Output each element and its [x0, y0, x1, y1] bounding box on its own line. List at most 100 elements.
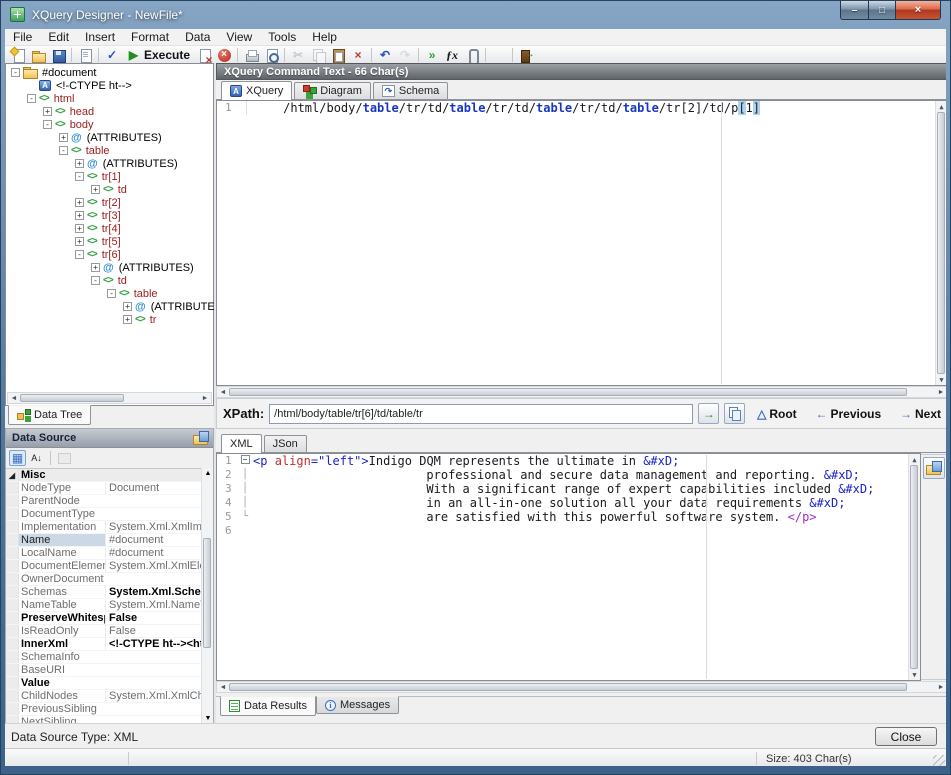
execute-button[interactable]: ▶Execute — [122, 46, 194, 64]
menu-format[interactable]: Format — [123, 29, 177, 45]
scroll-left-icon[interactable]: ◄ — [217, 682, 229, 693]
categorized-view-button[interactable]: ▦ — [9, 450, 26, 466]
collapse-icon[interactable]: - — [107, 289, 116, 298]
property-row[interactable]: SchemaInfo — [6, 651, 213, 664]
resize-grip[interactable] — [933, 755, 945, 766]
close-window-button[interactable]: × — [896, 1, 941, 20]
tab-data-results[interactable]: Data Results — [220, 696, 316, 716]
expand-icon[interactable]: + — [75, 237, 84, 246]
stop-button[interactable] — [214, 46, 234, 64]
menu-insert[interactable]: Insert — [77, 29, 123, 45]
export-result-button[interactable] — [923, 457, 945, 479]
function-button[interactable]: ƒx — [442, 46, 462, 64]
print-preview-button[interactable] — [261, 46, 281, 64]
menu-data[interactable]: Data — [177, 29, 218, 45]
results-vertical-scrollbar[interactable]: ▲ ▼ — [908, 454, 920, 680]
scroll-up-icon[interactable]: ▲ — [202, 468, 214, 478]
tree-node[interactable]: +@(ATTRIBUTES) — [7, 300, 212, 313]
property-row[interactable]: ChildNodesSystem.Xml.XmlChildNod — [6, 690, 213, 703]
mapping-button[interactable]: » — [422, 46, 442, 64]
xml-tree-panel[interactable]: -#documentA<!-CTYPE ht-->-<>html+<>head-… — [5, 63, 214, 406]
expand-icon[interactable]: + — [123, 315, 132, 324]
expand-icon[interactable]: + — [75, 224, 84, 233]
property-value[interactable]: False — [105, 625, 213, 637]
next-button[interactable]: → Next — [900, 407, 941, 421]
menu-view[interactable]: View — [218, 29, 260, 45]
expand-icon[interactable]: + — [91, 185, 100, 194]
scroll-down-icon[interactable]: ▼ — [936, 374, 947, 385]
check-syntax-button[interactable]: ✓ — [102, 46, 122, 64]
expand-icon[interactable]: + — [43, 107, 52, 116]
tree-node[interactable]: -<>tr[6] — [7, 248, 212, 261]
menu-help[interactable]: Help — [304, 29, 345, 45]
property-row[interactable]: IsReadOnlyFalse — [6, 625, 213, 638]
tab-schema[interactable]: ↷ Schema — [373, 82, 448, 99]
tab-data-tree[interactable]: Data Tree — [8, 405, 91, 425]
previous-button[interactable]: ← Previous — [815, 407, 881, 421]
tree-node[interactable]: -#document — [7, 66, 212, 79]
property-row[interactable]: OwnerDocument — [6, 573, 213, 586]
property-row[interactable]: LocalName#document — [6, 547, 213, 560]
open-file-button[interactable] — [28, 46, 48, 64]
collapse-icon[interactable]: - — [75, 172, 84, 181]
exit-button[interactable] — [516, 46, 536, 64]
property-value[interactable]: False — [105, 612, 213, 624]
attach-button[interactable] — [462, 46, 482, 64]
copy-button[interactable] — [308, 46, 328, 64]
scroll-up-icon[interactable]: ▲ — [936, 101, 947, 112]
xpath-copy-button[interactable] — [724, 403, 745, 424]
property-pages-button[interactable] — [56, 450, 73, 466]
property-row[interactable]: InnerXml<!-CTYPE ht--><html — [6, 638, 213, 651]
property-row[interactable]: NodeTypeDocument — [6, 482, 213, 495]
property-row[interactable]: ParentNode — [6, 495, 213, 508]
tree-node[interactable]: -<>tr[1] — [7, 170, 212, 183]
property-row[interactable]: Value — [6, 677, 213, 690]
scroll-left-icon[interactable]: ◄ — [8, 393, 20, 404]
cut-button[interactable]: ✂ — [288, 46, 308, 64]
delete-button[interactable]: × — [348, 46, 368, 64]
tree-node[interactable]: +<>tr — [7, 313, 212, 326]
results-horizontal-scrollbar[interactable]: ◄ ► — [216, 681, 946, 693]
tab-xml[interactable]: XML — [221, 434, 262, 453]
undo-button[interactable]: ↶ — [375, 46, 395, 64]
tree-node[interactable]: +<>td — [7, 183, 212, 196]
property-row[interactable]: BaseURI — [6, 664, 213, 677]
collapse-icon[interactable]: - — [27, 94, 36, 103]
property-row[interactable]: NextSibling — [6, 716, 213, 723]
property-value[interactable]: Document — [105, 482, 213, 494]
property-value[interactable]: System.Xml.XmlChildNod — [105, 690, 213, 702]
collapse-icon[interactable]: - — [75, 250, 84, 259]
xml-results-editor[interactable]: 1−<p align="left">Indigo DQM represents … — [216, 453, 921, 681]
property-row[interactable]: NameTableSystem.Xml.NameTable — [6, 599, 213, 612]
cancel-query-button[interactable] — [194, 46, 214, 64]
title-bar[interactable]: XQuery Designer - NewFile* – □ × — [1, 1, 950, 29]
collapse-icon[interactable]: - — [59, 146, 68, 155]
property-row[interactable]: ImplementationSystem.Xml.XmlImplemen — [6, 521, 213, 534]
expand-icon[interactable]: + — [75, 159, 84, 168]
scroll-down-icon[interactable]: ▼ — [909, 669, 921, 680]
menu-tools[interactable]: Tools — [260, 29, 304, 45]
property-value[interactable]: <!-CTYPE ht--><html — [105, 638, 213, 650]
menu-file[interactable]: File — [5, 29, 40, 45]
maximize-button[interactable]: □ — [869, 1, 896, 20]
tree-node[interactable]: -<>table — [7, 287, 212, 300]
property-value[interactable]: System.Xml.XmlElement — [105, 560, 213, 572]
validate-document-button[interactable] — [75, 46, 95, 64]
expand-icon[interactable]: + — [75, 198, 84, 207]
collapse-icon[interactable]: - — [11, 68, 20, 77]
tree-node[interactable]: +<>tr[3] — [7, 209, 212, 222]
tab-json[interactable]: JSon — [264, 435, 307, 452]
tree-node[interactable]: +<>tr[5] — [7, 235, 212, 248]
collapse-icon[interactable]: - — [43, 120, 52, 129]
property-row[interactable]: DocumentType — [6, 508, 213, 521]
tree-node[interactable]: +@(ATTRIBUTES) — [7, 261, 212, 274]
property-category-row[interactable]: ◢Misc — [6, 469, 213, 482]
category-collapse-icon[interactable]: ◢ — [6, 469, 19, 481]
expand-icon[interactable]: + — [75, 211, 84, 220]
tree-node[interactable]: +<>tr[4] — [7, 222, 212, 235]
paste-button[interactable] — [328, 46, 348, 64]
scroll-right-icon[interactable]: ► — [935, 387, 946, 398]
property-grid-scrollbar[interactable]: ▲ ▼ — [201, 468, 213, 723]
scroll-down-icon[interactable]: ▼ — [202, 713, 214, 723]
expand-icon[interactable]: + — [123, 302, 132, 311]
